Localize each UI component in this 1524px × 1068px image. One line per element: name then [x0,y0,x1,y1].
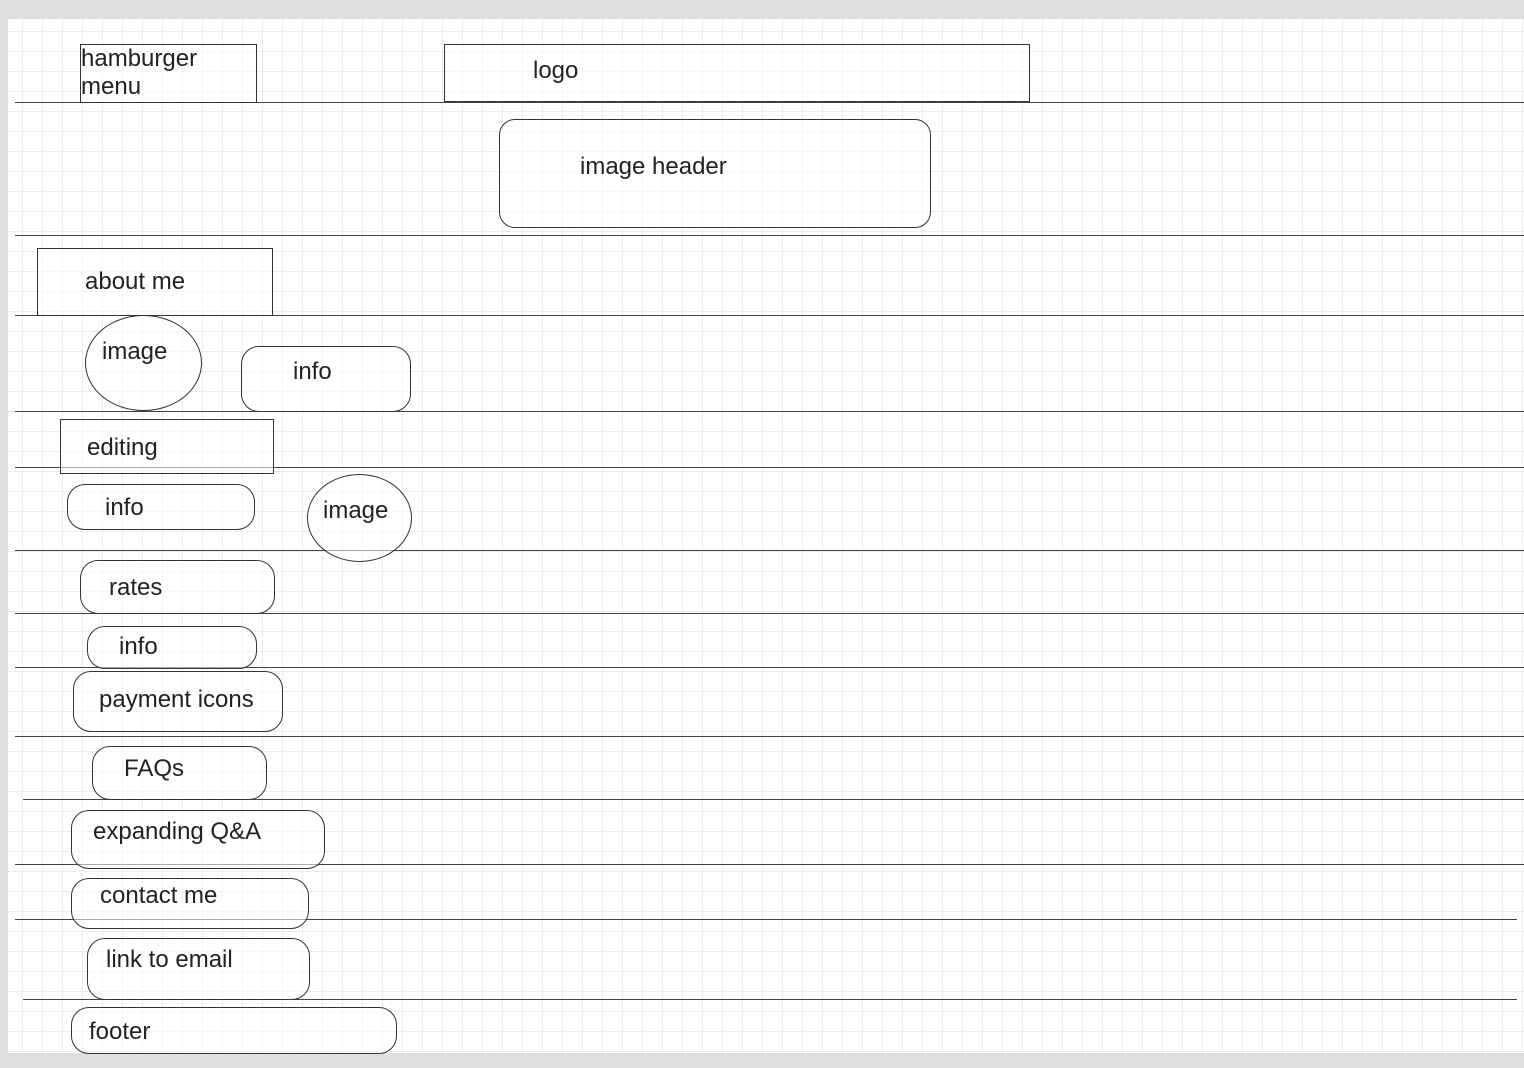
about-image-label: image [102,338,168,365]
rates-box: rates [80,560,275,614]
link-to-email-box: link to email [87,938,310,1000]
link-to-email-label: link to email [106,946,233,973]
divider-line [15,411,1524,412]
rates-info-label: info [119,633,158,660]
divider-line [15,736,1524,737]
divider-line [15,235,1524,236]
logo-label: logo [533,57,579,84]
payment-icons-label: payment icons [99,686,254,713]
editing-image-label: image [323,497,389,524]
about-image-oval: image [85,315,202,411]
image-header-box: image header [499,119,931,228]
faqs-label: FAQs [124,755,185,782]
hamburger-menu-label: hamburger menu [81,45,198,100]
editing-box: editing [60,419,274,474]
contact-me-label: contact me [100,882,218,909]
rates-label: rates [109,574,163,601]
footer-label: footer [89,1018,151,1045]
footer-box: footer [71,1007,397,1054]
expanding-qa-box: expanding Q&A [71,810,325,869]
hamburger-menu-box: hamburger menu [80,44,257,103]
editing-info-label: info [105,494,144,521]
expanding-qa-label: expanding Q&A [93,818,262,845]
editing-info-box: info [67,484,255,530]
editing-image-oval: image [307,474,412,562]
rates-info-box: info [87,626,257,669]
about-info-label: info [293,358,332,385]
image-header-label: image header [580,153,727,180]
logo-box: logo [444,44,1030,102]
payment-icons-box: payment icons [73,671,283,732]
editing-label: editing [87,434,158,461]
about-me-box: about me [37,248,273,316]
about-me-label: about me [85,268,186,295]
divider-line [15,550,1524,551]
about-info-box: info [241,346,411,412]
contact-me-box: contact me [71,878,309,929]
faqs-box: FAQs [92,746,267,800]
